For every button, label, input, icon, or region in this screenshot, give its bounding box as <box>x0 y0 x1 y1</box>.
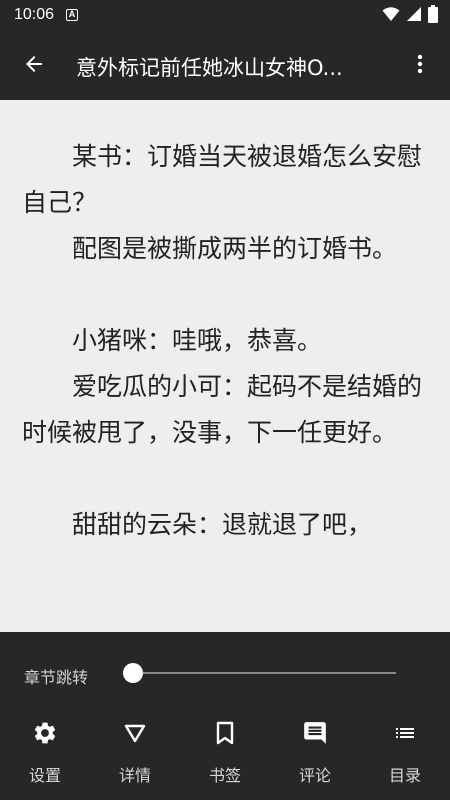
status-time: 10:06 <box>14 6 55 23</box>
bottom-nav: 设置 详情 书签 评论 目录 <box>0 714 450 800</box>
nav-settings-label: 设置 <box>28 766 61 785</box>
status-bar: 10:06 A <box>0 0 450 32</box>
chapter-jump-label: 章节跳转 <box>24 668 89 687</box>
paragraph: 爱吃瓜的小可：起码不是结婚的时候被甩了，没事，下一任更好。 <box>22 372 423 447</box>
chapter-text: 某书：订婚当天被退婚怎么安慰自己？ 配图是被撕成两半的订婚书。 小猪咪：哇哦，恭… <box>22 134 434 548</box>
nav-catalog-label: 目录 <box>388 766 421 785</box>
chapter-slider[interactable] <box>123 663 396 683</box>
paragraph: 小猪咪：哇哦，恭喜。 <box>72 326 323 355</box>
battery-icon <box>428 5 438 27</box>
nav-details[interactable]: 详情 <box>90 714 180 800</box>
notification-badge: A <box>66 9 78 21</box>
gear-icon <box>30 718 60 748</box>
more-options-button[interactable] <box>400 46 440 86</box>
nav-catalog[interactable]: 目录 <box>360 714 450 800</box>
triangle-down-icon <box>120 718 150 748</box>
reader-menu-panel: 章节跳转 设置 详情 书签 评论 目录 <box>0 632 450 800</box>
signal-icon <box>406 6 422 26</box>
bookmark-icon <box>210 718 240 748</box>
more-vert-icon <box>408 52 432 80</box>
nav-bookmark-label: 书签 <box>208 766 241 785</box>
nav-settings[interactable]: 设置 <box>0 714 90 800</box>
status-icons <box>382 5 438 27</box>
paragraph: 某书：订婚当天被退婚怎么安慰自己？ <box>22 142 423 217</box>
list-icon <box>390 718 420 748</box>
nav-details-label: 详情 <box>118 766 151 785</box>
nav-comments[interactable]: 评论 <box>270 714 360 800</box>
back-button[interactable] <box>14 46 54 86</box>
chapter-slider-thumb[interactable] <box>123 663 143 683</box>
reader-content[interactable]: 某书：订婚当天被退婚怎么安慰自己？ 配图是被撕成两半的订婚书。 小猪咪：哇哦，恭… <box>0 100 450 632</box>
wifi-icon <box>382 6 400 26</box>
comment-icon <box>300 718 330 748</box>
page-title: 意外标记前任她冰山女神O... <box>76 56 343 80</box>
nav-comments-label: 评论 <box>298 766 331 785</box>
arrow-left-icon <box>22 52 46 80</box>
paragraph: 配图是被撕成两半的订婚书。 <box>72 234 398 263</box>
nav-bookmark[interactable]: 书签 <box>180 714 270 800</box>
paragraph: 甜甜的云朵：退就退了吧， <box>72 510 373 539</box>
app-bar: 意外标记前任她冰山女神O... <box>0 32 450 100</box>
